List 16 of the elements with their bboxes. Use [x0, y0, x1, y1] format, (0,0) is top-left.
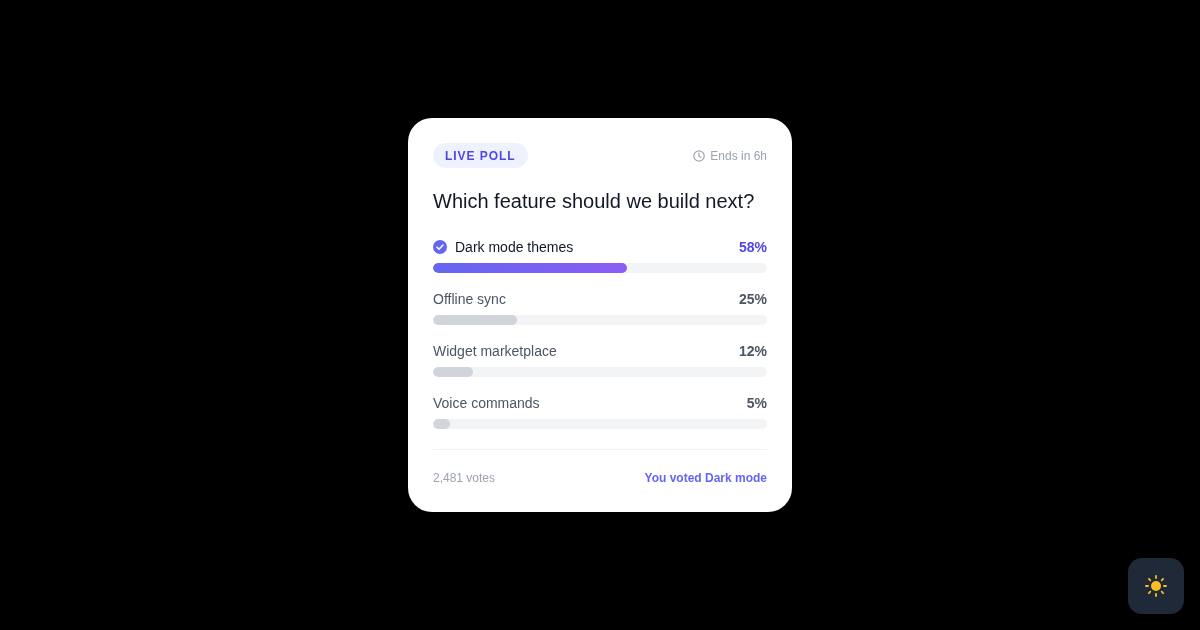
clock-icon	[693, 149, 706, 162]
deadline-text: Ends in 6h	[710, 147, 767, 164]
option-percent: 25%	[738, 290, 767, 309]
sun-icon	[1145, 575, 1167, 597]
vote-count: 2,481 votes	[433, 470, 496, 486]
option-label[interactable]: Offline sync	[433, 289, 506, 309]
live-poll-badge: LIVE POLL	[433, 143, 528, 168]
poll-question: Which feature should we build next?	[433, 189, 756, 214]
option-percent: 12%	[738, 342, 767, 361]
option-label[interactable]: Dark mode themes	[455, 237, 574, 257]
option-percent: 5%	[746, 394, 767, 413]
option-label[interactable]: Widget marketplace	[433, 341, 557, 361]
option-percent: 58%	[738, 238, 767, 257]
user-vote-text: You voted Dark mode	[644, 470, 767, 486]
option-label[interactable]: Voice commands	[433, 393, 540, 413]
theme-toggle-button[interactable]	[1128, 558, 1184, 614]
